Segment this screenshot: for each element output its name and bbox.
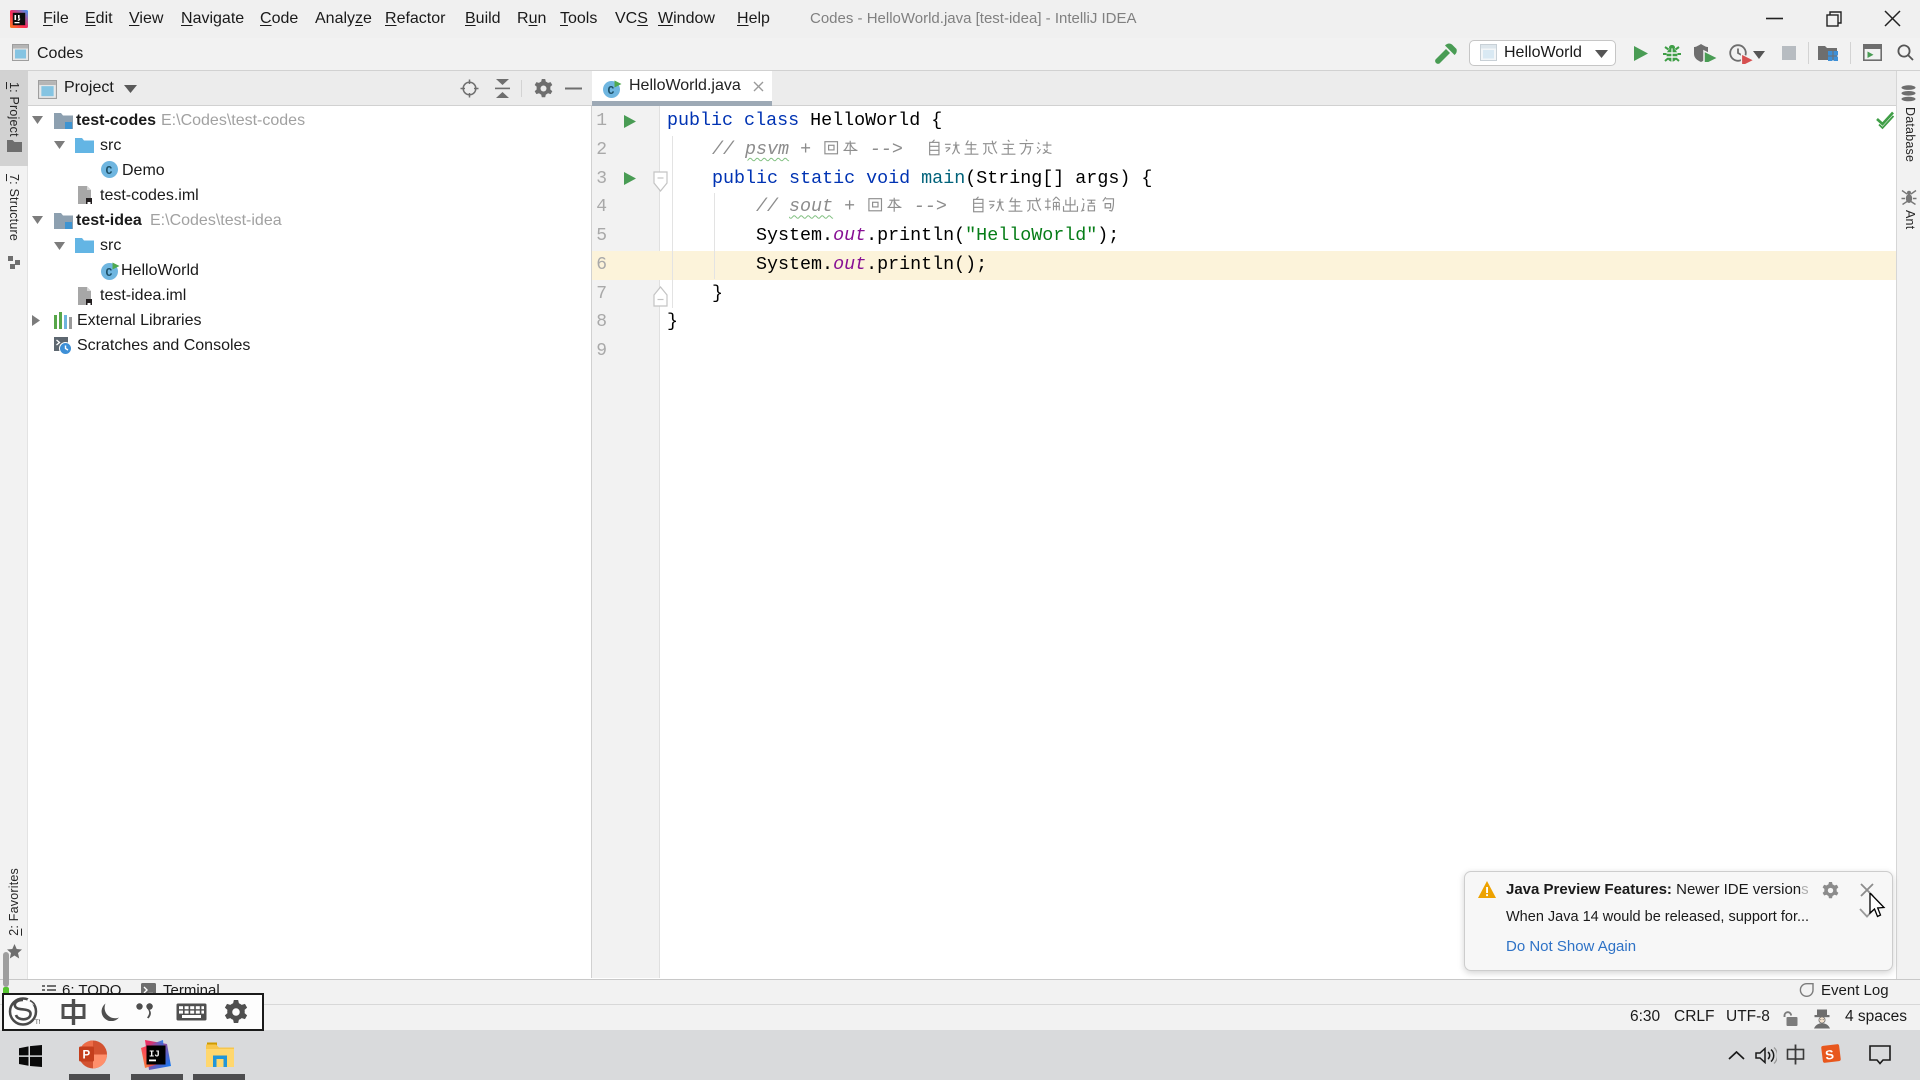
svg-text:P: P <box>83 1050 91 1062</box>
svg-text:TM: TM <box>35 1020 40 1026</box>
svg-text:C: C <box>608 85 615 98</box>
svg-text:C: C <box>106 267 113 280</box>
svg-text:IJ: IJ <box>149 1050 160 1060</box>
svg-text:C: C <box>106 165 113 178</box>
